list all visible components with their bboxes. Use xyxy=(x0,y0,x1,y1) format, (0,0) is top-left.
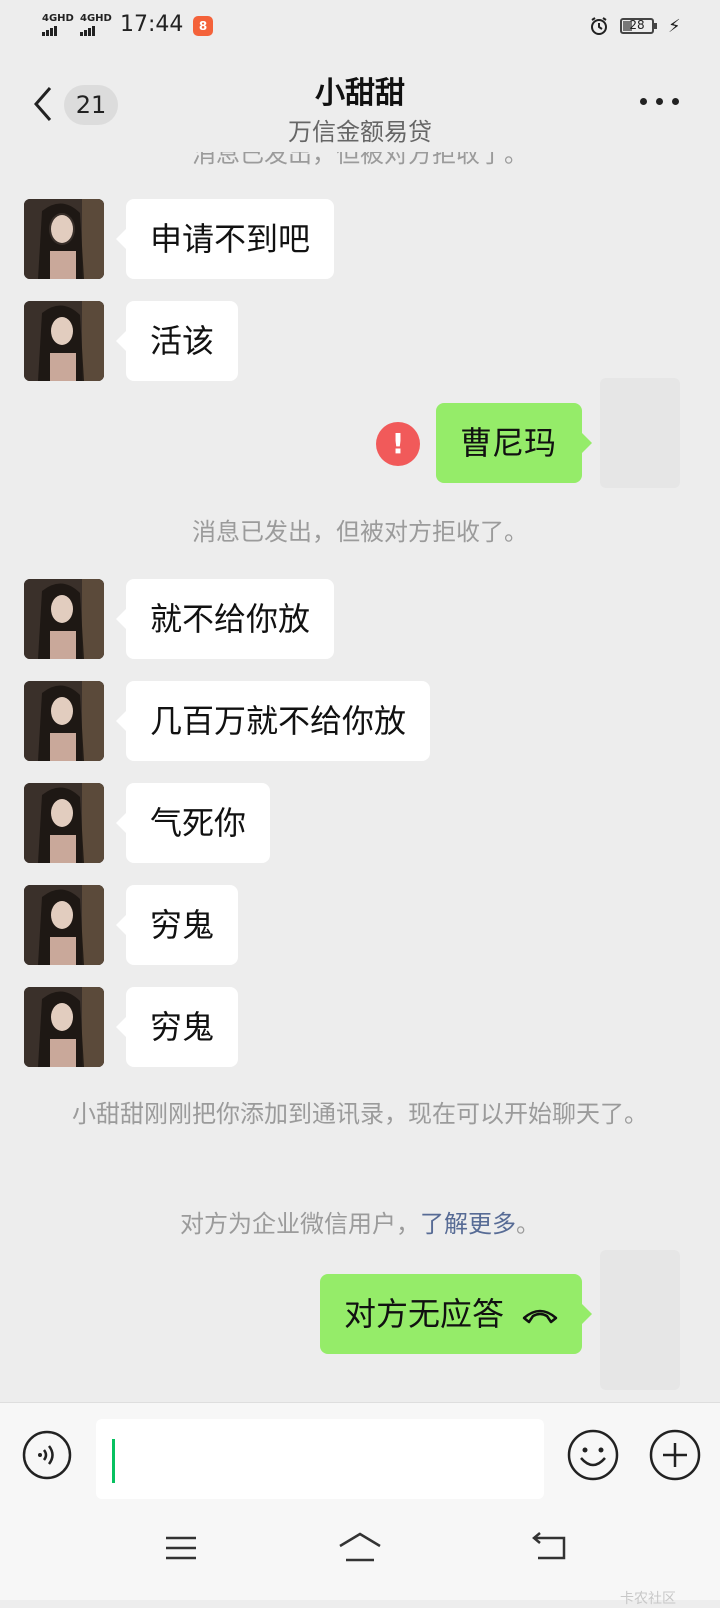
voice-icon[interactable] xyxy=(22,1430,72,1480)
learn-more-link[interactable]: 了解更多 xyxy=(420,1210,516,1238)
system-message-rejected-partial: 消息已发出，但被对方拒收了。 xyxy=(192,152,528,168)
contact-avatar[interactable] xyxy=(24,301,104,381)
system-message-rejected: 消息已发出，但被对方拒收了。 xyxy=(192,518,528,546)
incoming-message-bubble[interactable]: 活该 xyxy=(115,301,239,381)
home-icon[interactable] xyxy=(336,1530,384,1564)
alarm-icon xyxy=(591,17,607,35)
battery-level: 28 xyxy=(629,18,645,32)
emoji-icon[interactable] xyxy=(566,1428,620,1482)
system-message-enterprise-text: 对方为企业微信用户， xyxy=(180,1210,420,1238)
incoming-message-bubble[interactable]: 申请不到吧 xyxy=(115,199,335,279)
chat-title: 小甜甜 xyxy=(315,76,405,111)
send-failed-icon[interactable]: ! xyxy=(376,422,420,466)
contact-avatar[interactable] xyxy=(24,681,104,761)
incoming-message-bubble[interactable]: 穷鬼 xyxy=(115,885,239,965)
text-caret xyxy=(112,1439,115,1483)
system-message-enterprise-end: 。 xyxy=(516,1210,540,1238)
contact-avatar[interactable] xyxy=(24,885,104,965)
signal-label-2: 4GHD xyxy=(80,13,112,24)
status-time: 17:44 xyxy=(120,12,184,37)
incoming-message-bubble[interactable]: 气死你 xyxy=(115,783,271,863)
incoming-message-bubble[interactable]: 就不给你放 xyxy=(115,579,335,659)
battery-indicator: 28 xyxy=(620,18,657,34)
system-message-contact-added: 小甜甜刚刚把你添加到通讯录，现在可以开始聊天了。 xyxy=(72,1100,648,1128)
menu-icon[interactable] xyxy=(164,1534,198,1562)
watermark-text: 卡农社区 xyxy=(620,1591,676,1607)
signal-bars-icon xyxy=(42,26,74,36)
contact-avatar[interactable] xyxy=(24,783,104,863)
status-bar: 4GHD 4GHD 17:44 8 28 ⚡ xyxy=(0,0,720,56)
plus-icon[interactable] xyxy=(648,1428,702,1482)
message-list[interactable]: 消息已发出，但被对方拒收了。 申请不到吧 活该 ! 曹尼玛 消息已发出，但被对方… xyxy=(0,152,720,1402)
incoming-message-bubble[interactable]: 几百万就不给你放 xyxy=(115,681,431,761)
chat-subtitle: 万信金额易贷 xyxy=(288,118,432,146)
contact-avatar[interactable] xyxy=(24,579,104,659)
own-avatar-blurred xyxy=(600,1250,680,1390)
app-notification-icon: 8 xyxy=(193,16,213,36)
signal-bars-icon xyxy=(80,26,112,36)
charging-bolt-icon: ⚡ xyxy=(668,16,681,37)
own-avatar-blurred xyxy=(600,378,680,488)
signal-label-1: 4GHD xyxy=(42,13,74,24)
phone-hangup-icon xyxy=(522,1309,558,1324)
input-bar xyxy=(0,1402,720,1501)
back-icon[interactable] xyxy=(530,1530,570,1564)
contact-avatar[interactable] xyxy=(24,987,104,1067)
more-dots-icon[interactable] xyxy=(640,98,680,110)
incoming-message-bubble[interactable]: 穷鬼 xyxy=(115,987,239,1067)
chat-header: 21 小甜甜 万信金额易贷 xyxy=(0,56,720,152)
system-message-enterprise: 对方为企业微信用户，了解更多。 xyxy=(40,1206,680,1243)
signal-indicator-2: 4GHD xyxy=(80,14,112,36)
outgoing-message-bubble[interactable]: 曹尼玛 xyxy=(436,403,592,483)
system-nav-bar: 卡农社区 xyxy=(0,1500,720,1607)
outgoing-call-bubble[interactable]: 对方无应答 xyxy=(320,1274,592,1354)
call-status-text: 对方无应答 xyxy=(344,1295,505,1333)
signal-indicator-1: 4GHD xyxy=(42,14,74,36)
contact-avatar[interactable] xyxy=(24,199,104,279)
message-input[interactable] xyxy=(96,1419,544,1499)
